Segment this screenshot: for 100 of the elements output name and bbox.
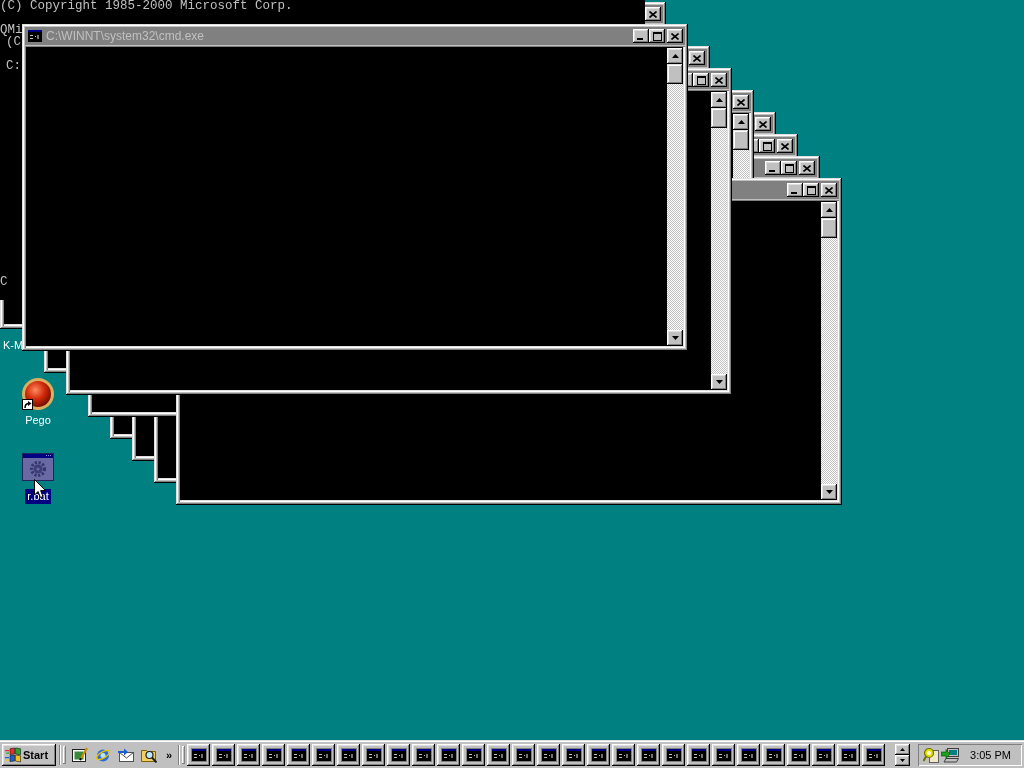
console-icon [315, 747, 332, 763]
maximize-button[interactable] [803, 183, 819, 197]
console-icon [765, 747, 782, 763]
scroll-down-button[interactable] [895, 755, 911, 766]
taskbar-button[interactable] [287, 744, 311, 766]
close-icon [759, 120, 767, 128]
taskbar-button[interactable] [612, 744, 636, 766]
taskbar-button[interactable] [387, 744, 411, 766]
clock[interactable]: 3:05 PM [970, 749, 1011, 761]
console-icon[interactable] [27, 28, 43, 44]
scroll-up-button[interactable] [733, 114, 749, 130]
close-button[interactable] [645, 7, 661, 21]
scrollbar[interactable] [667, 48, 683, 346]
computer-arrow-icon[interactable] [941, 747, 959, 763]
scrollbar[interactable] [821, 202, 837, 500]
down-arrow-icon [900, 759, 906, 762]
folder-search-icon[interactable] [141, 747, 157, 763]
close-button[interactable] [777, 139, 793, 153]
taskbar-button[interactable] [812, 744, 836, 766]
taskbar-button[interactable] [762, 744, 786, 766]
taskbar-button[interactable] [787, 744, 811, 766]
taskbar-button[interactable] [337, 744, 361, 766]
taskbar-button[interactable] [262, 744, 286, 766]
up-arrow-icon [715, 98, 723, 102]
close-button[interactable] [821, 183, 837, 197]
maximize-button[interactable] [781, 161, 797, 175]
window-gear-icon[interactable] [22, 453, 54, 481]
minimize-icon [637, 38, 643, 40]
orbit-globe-icon[interactable] [95, 747, 111, 763]
taskbar-button[interactable] [462, 744, 486, 766]
taskbar-button[interactable] [712, 744, 736, 766]
console-icon [840, 747, 857, 763]
more-button[interactable]: » [166, 748, 173, 762]
scroll-up-button[interactable] [821, 202, 837, 218]
console-icon [490, 747, 507, 763]
console-icon [465, 747, 482, 763]
minimize-button[interactable] [633, 29, 649, 43]
minimize-button[interactable] [765, 161, 781, 175]
close-button[interactable] [799, 161, 815, 175]
window-title: C:\WINNT\system32\cmd.exe [46, 29, 205, 43]
close-icon [649, 10, 657, 18]
taskbar-button[interactable] [187, 744, 211, 766]
close-button[interactable] [755, 117, 771, 131]
taskbar-button[interactable] [312, 744, 336, 766]
scrollbar[interactable] [711, 92, 727, 390]
maximize-button[interactable] [649, 29, 665, 43]
scroll-thumb[interactable] [821, 218, 837, 238]
close-icon [671, 32, 679, 40]
taskbar-button[interactable] [487, 744, 511, 766]
taskbar-button[interactable] [637, 744, 661, 766]
taskbar-button[interactable] [562, 744, 586, 766]
taskbar-button[interactable] [537, 744, 561, 766]
taskbar-button[interactable] [362, 744, 386, 766]
console-icon [515, 747, 532, 763]
maximize-button[interactable] [759, 139, 775, 153]
down-arrow-icon [825, 490, 833, 494]
scroll-down-button[interactable] [711, 374, 727, 390]
scroll-thumb[interactable] [733, 130, 749, 150]
taskbar-button[interactable] [237, 744, 261, 766]
console-line: QMi [0, 24, 23, 36]
taskbar-button[interactable] [737, 744, 761, 766]
console-icon [540, 747, 557, 763]
close-icon [825, 186, 833, 194]
taskbar-button[interactable] [512, 744, 536, 766]
console-icon [640, 747, 657, 763]
taskbar-button[interactable] [687, 744, 711, 766]
close-button[interactable] [667, 29, 683, 43]
start-button[interactable]: Start [2, 744, 56, 766]
taskbar-button[interactable] [437, 744, 461, 766]
desktop-pencil-icon[interactable] [72, 747, 88, 763]
scroll-thumb[interactable] [667, 64, 683, 84]
console-icon [865, 747, 882, 763]
close-button[interactable] [733, 95, 749, 109]
taskbar-button[interactable] [412, 744, 436, 766]
minimize-icon [791, 192, 797, 194]
minimize-button[interactable] [787, 183, 803, 197]
scroll-up-button[interactable] [711, 92, 727, 108]
console-icon [740, 747, 757, 763]
scroll-thumb[interactable] [711, 108, 727, 128]
icon-label[interactable]: Pego [24, 414, 52, 427]
taskbar-button[interactable] [837, 744, 861, 766]
maximize-button[interactable] [693, 73, 709, 87]
up-arrow-icon [737, 120, 745, 124]
envelope-icon[interactable] [118, 747, 134, 763]
icon-label[interactable]: K-M [2, 339, 25, 352]
scroll-down-button[interactable] [667, 330, 683, 346]
console-icon [290, 747, 307, 763]
console-icon [240, 747, 257, 763]
scroll-up-button[interactable] [895, 744, 911, 755]
taskbar-button[interactable] [662, 744, 686, 766]
close-button[interactable] [689, 51, 705, 65]
scroll-down-button[interactable] [821, 484, 837, 500]
magnifier-icon[interactable] [923, 747, 939, 763]
taskbar-button[interactable] [587, 744, 611, 766]
close-icon [803, 164, 811, 172]
taskbar-button[interactable] [212, 744, 236, 766]
taskbar-button[interactable] [862, 744, 886, 766]
console-icon [415, 747, 432, 763]
close-button[interactable] [711, 73, 727, 87]
scroll-up-button[interactable] [667, 48, 683, 64]
